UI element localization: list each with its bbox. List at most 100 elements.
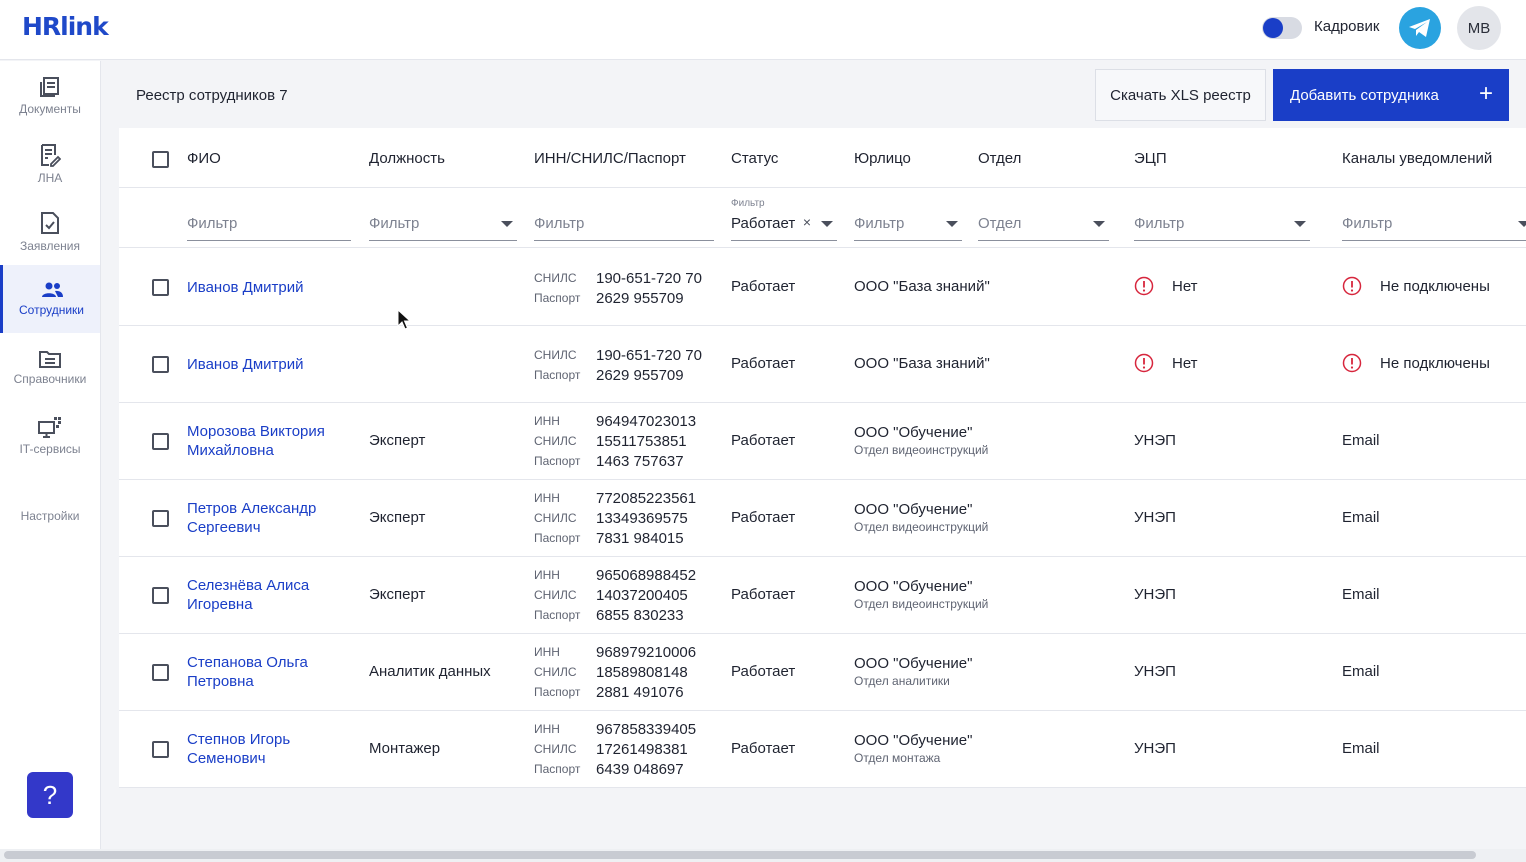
- main-content: Реестр сотрудников 7 Скачать XLS реестр …: [101, 61, 1526, 862]
- id-label: Паспорт: [534, 762, 581, 776]
- legal-entity-filter-select[interactable]: Фильтр: [854, 211, 962, 241]
- column-header-department[interactable]: Отдел: [978, 150, 1021, 167]
- select-all-checkbox[interactable]: [152, 151, 169, 168]
- scrollbar-thumb[interactable]: [4, 851, 1476, 859]
- column-header-status[interactable]: Статус: [731, 150, 778, 167]
- sidebar-item-label: Документы: [19, 102, 81, 116]
- sidebar-item-settings[interactable]: Настройки: [0, 483, 100, 549]
- sidebar: Документы ЛНА Заявления Сотрудники Справ…: [0, 61, 101, 862]
- employee-name-link[interactable]: Петров Александр Сергеевич: [187, 499, 347, 537]
- employee-name-link[interactable]: Степнов Игорь Семенович: [187, 730, 347, 768]
- org-department: Отдел аналитики: [854, 674, 950, 688]
- legal-entity: ООО "Обучение" Отдел аналитики: [854, 655, 972, 688]
- id-label: СНИЛС: [534, 588, 577, 602]
- employee-name-link[interactable]: Степанова Ольга Петровна: [187, 653, 347, 691]
- row-checkbox[interactable]: [152, 741, 169, 758]
- id-label: Паспорт: [534, 531, 581, 545]
- column-header-position[interactable]: Должность: [369, 150, 445, 167]
- column-header-fio[interactable]: ФИО: [187, 150, 221, 167]
- help-button[interactable]: ?: [27, 772, 73, 818]
- column-header-channels[interactable]: Каналы уведомлений: [1342, 150, 1492, 167]
- add-employee-label: Добавить сотрудника: [1290, 86, 1439, 104]
- id-value: 18589808148: [596, 663, 688, 681]
- sidebar-item-label: ЛНА: [37, 171, 63, 185]
- row-checkbox[interactable]: [152, 664, 169, 681]
- sidebar-item-label: Справочники: [13, 372, 87, 386]
- sidebar-item-lna[interactable]: ЛНА: [0, 131, 100, 197]
- signature-text: Нет: [1172, 354, 1198, 372]
- org-department: Отдел видеоинструкций: [854, 443, 989, 457]
- filter-placeholder: Фильтр: [534, 215, 585, 232]
- employee-name-link[interactable]: Селезнёва Алиса Игоревна: [187, 576, 347, 614]
- id-label: ИНН: [534, 722, 560, 736]
- id-value: 2881 491076: [596, 683, 684, 701]
- id-label: СНИЛС: [534, 742, 577, 756]
- channels-filter-select[interactable]: Фильтр: [1342, 211, 1526, 241]
- hrlink-logo[interactable]: HRlink: [22, 12, 109, 41]
- add-employee-button[interactable]: Добавить сотрудника +: [1273, 69, 1509, 121]
- id-label: СНИЛС: [534, 271, 577, 285]
- table-row[interactable]: Степанова Ольга Петровна Аналитик данных…: [119, 634, 1526, 711]
- table-row[interactable]: Степнов Игорь Семенович Монтажер ИНН 9678…: [119, 711, 1526, 788]
- avatar[interactable]: МВ: [1457, 6, 1501, 50]
- row-checkbox[interactable]: [152, 433, 169, 450]
- warning-icon: [1134, 276, 1154, 296]
- signature-filter-select[interactable]: Фильтр: [1134, 211, 1310, 241]
- status-filter-select[interactable]: Работает ×: [731, 211, 837, 241]
- org-name: ООО "Обучение": [854, 732, 973, 749]
- sidebar-item-documents[interactable]: Документы: [0, 63, 100, 129]
- sidebar-item-references[interactable]: Справочники: [0, 335, 100, 401]
- org-department: Отдел видеоинструкций: [854, 597, 989, 611]
- row-checkbox[interactable]: [152, 510, 169, 527]
- status-filter-caption: Фильтр: [731, 198, 765, 209]
- chevron-down-icon: [1093, 221, 1105, 227]
- plus-icon: +: [1478, 80, 1493, 107]
- clear-filter-icon[interactable]: ×: [803, 214, 811, 230]
- folder-icon: [39, 351, 61, 368]
- channels-text: Email: [1342, 663, 1380, 680]
- position-text: Аналитик данных: [369, 663, 491, 680]
- column-header-legal-entity[interactable]: Юрлицо: [854, 150, 911, 167]
- mouse-cursor-icon: [397, 309, 411, 330]
- employee-name-link[interactable]: Морозова Виктория Михайловна: [187, 422, 347, 460]
- id-label: СНИЛС: [534, 434, 577, 448]
- sidebar-item-employees[interactable]: Сотрудники: [0, 265, 100, 333]
- id-label: ИНН: [534, 414, 560, 428]
- channels-text: Не подключены: [1380, 354, 1490, 372]
- table-row[interactable]: Иванов Дмитрий СНИЛС 190-651-720 70 Паспо…: [119, 249, 1526, 326]
- row-checkbox[interactable]: [152, 587, 169, 604]
- table-row[interactable]: Морозова Виктория Михайловна Эксперт ИНН…: [119, 403, 1526, 480]
- sidebar-item-it-services[interactable]: IT-сервисы: [0, 403, 100, 469]
- column-header-ids[interactable]: ИНН/СНИЛС/Паспорт: [534, 150, 686, 167]
- employee-name-link[interactable]: Иванов Дмитрий: [187, 355, 347, 374]
- status-text: Работает: [731, 509, 796, 526]
- horizontal-scrollbar[interactable]: [0, 849, 1526, 862]
- fio-filter-input[interactable]: Фильтр: [187, 211, 351, 241]
- department-filter-select[interactable]: Отдел: [978, 211, 1109, 241]
- legal-entity: ООО "Обучение" Отдел видеоинструкций: [854, 501, 988, 534]
- id-value: 6439 048697: [596, 760, 684, 778]
- position-text: Монтажер: [369, 740, 441, 757]
- id-value: 13349369575: [596, 509, 688, 527]
- sidebar-item-applications[interactable]: Заявления: [0, 199, 100, 265]
- status-text: Работает: [731, 740, 796, 757]
- lna-icon: [41, 144, 61, 167]
- id-value: 190-651-720 70: [596, 346, 702, 364]
- position-filter-select[interactable]: Фильтр: [369, 211, 517, 241]
- download-xls-button[interactable]: Скачать XLS реестр: [1095, 69, 1266, 121]
- org-name: ООО "Обучение": [854, 424, 973, 441]
- table-row[interactable]: Иванов Дмитрий СНИЛС 190-651-720 70 Паспо…: [119, 326, 1526, 403]
- signature-text: УНЭП: [1134, 586, 1176, 603]
- column-header-signature[interactable]: ЭЦП: [1134, 150, 1167, 167]
- row-checkbox[interactable]: [152, 356, 169, 373]
- ids-filter-input[interactable]: Фильтр: [534, 211, 714, 241]
- signature-text: УНЭП: [1134, 663, 1176, 680]
- table-row[interactable]: Селезнёва Алиса Игоревна Эксперт ИНН 9650…: [119, 557, 1526, 634]
- table-row[interactable]: Петров Александр Сергеевич Эксперт ИНН 77…: [119, 480, 1526, 557]
- employee-name-link[interactable]: Иванов Дмитрий: [187, 278, 347, 297]
- channels-text: Не подключены: [1380, 277, 1490, 295]
- row-checkbox[interactable]: [152, 279, 169, 296]
- signature-text: УНЭП: [1134, 509, 1176, 526]
- telegram-icon[interactable]: [1399, 7, 1441, 49]
- role-toggle[interactable]: [1262, 17, 1302, 39]
